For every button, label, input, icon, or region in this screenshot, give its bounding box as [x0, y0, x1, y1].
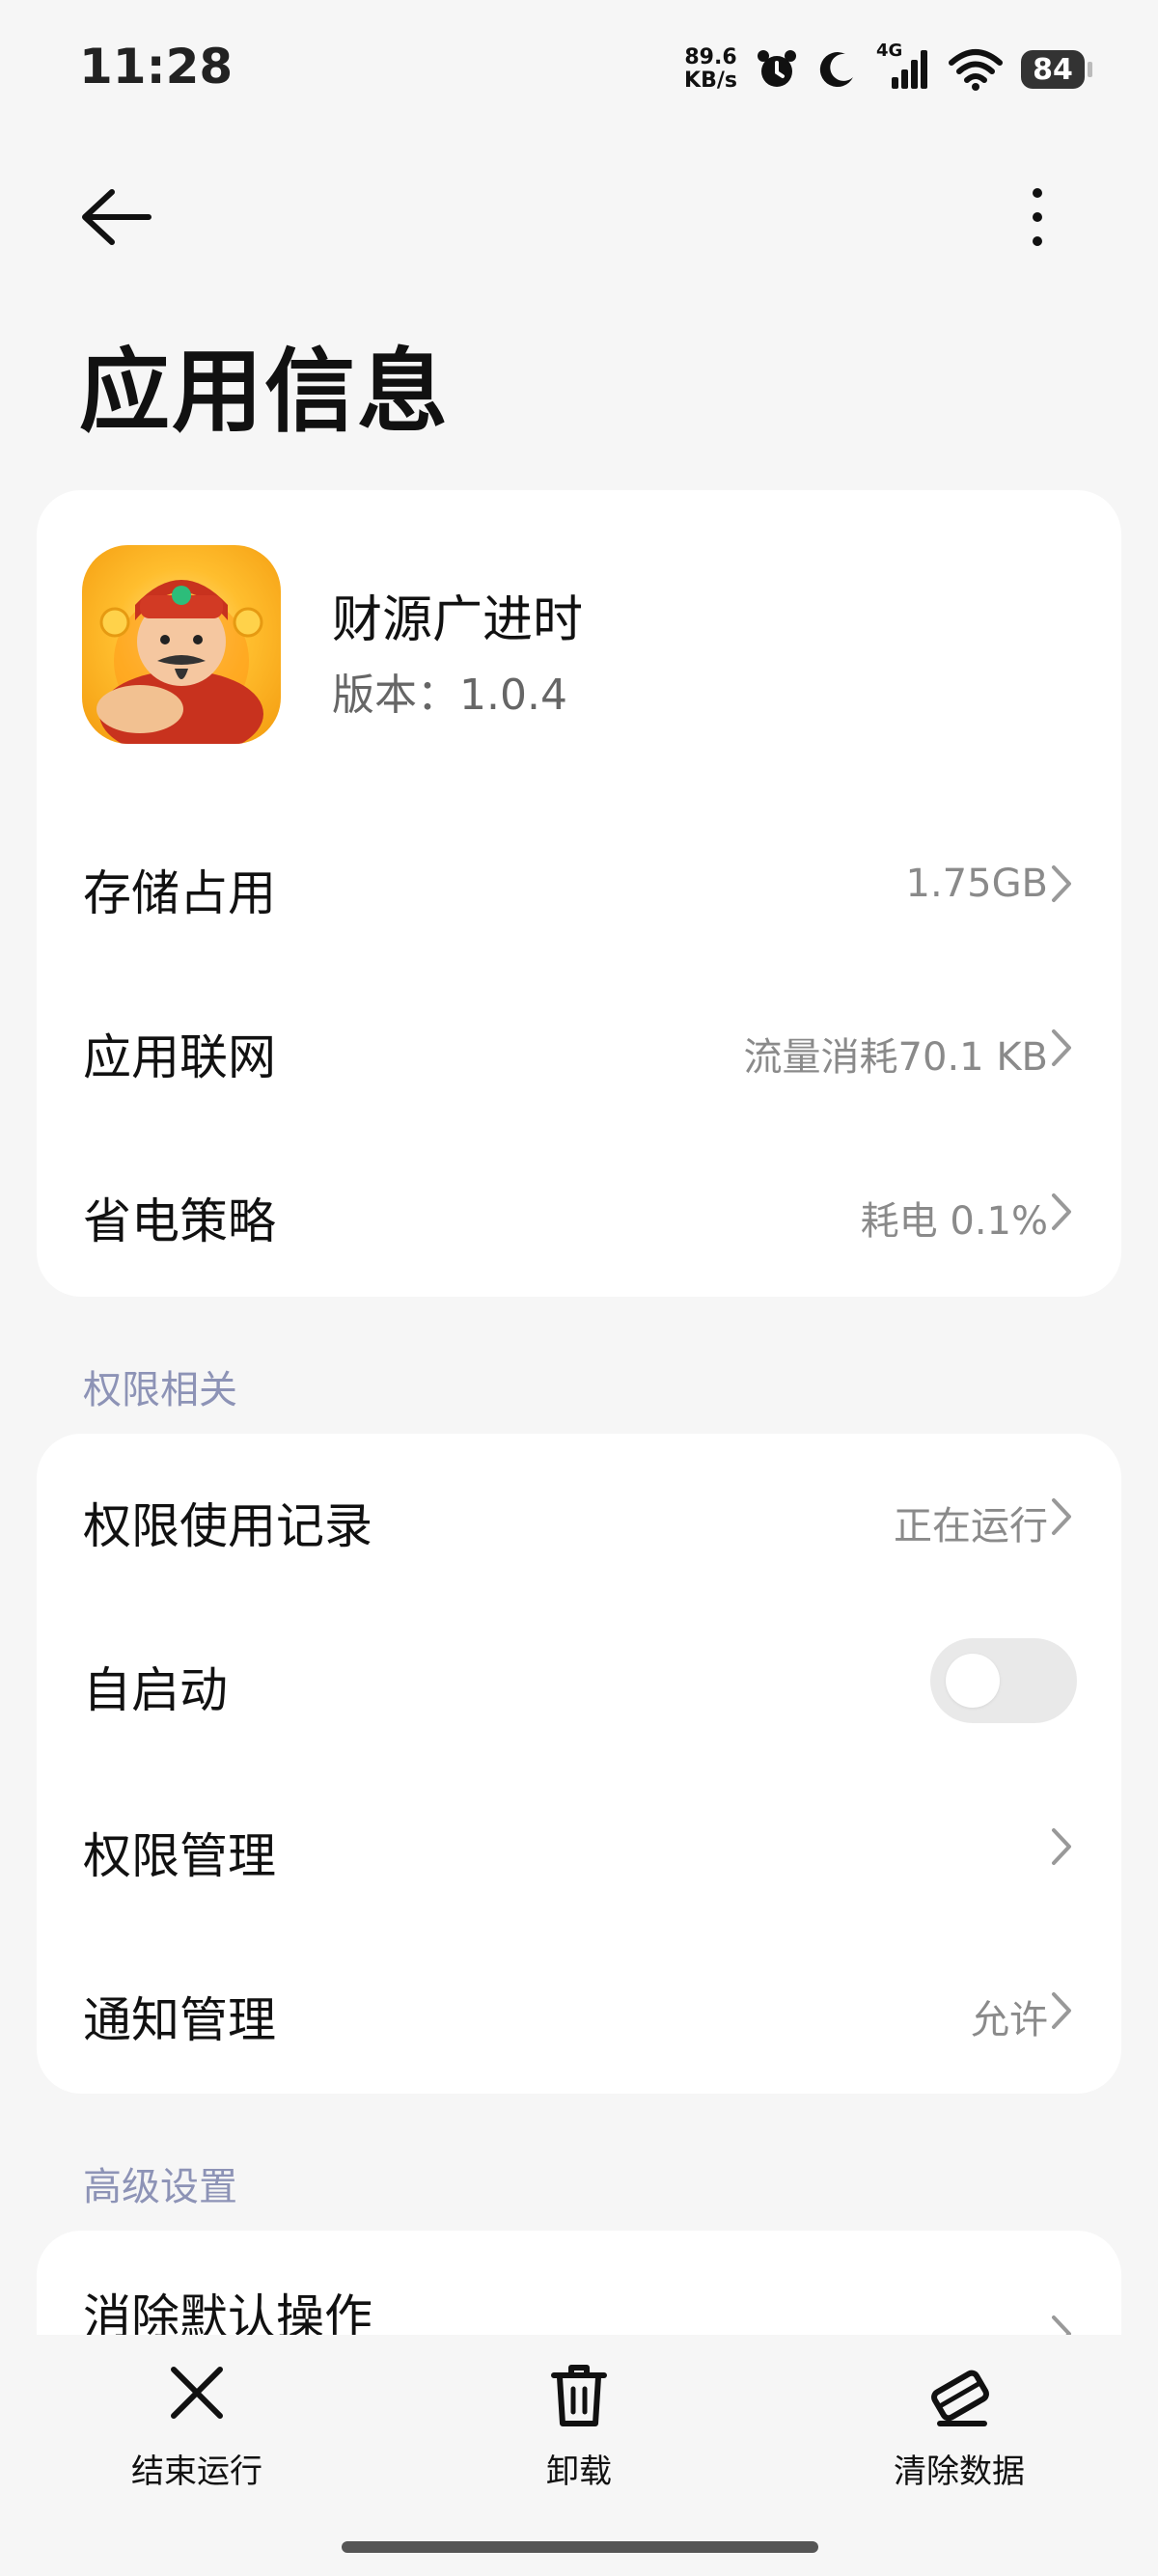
force-stop-button[interactable]: 结束运行: [91, 2362, 303, 2491]
network-row-value: 流量消耗70.1 KB: [743, 1035, 1048, 1080]
storage-row[interactable]: 存储占用 1.75GB: [37, 830, 1121, 938]
battery-indicator: 84: [1021, 50, 1092, 89]
network-speed: 89.6 KB/s: [684, 46, 737, 93]
app-name: 财源广进时: [332, 591, 584, 649]
status-time: 11:28: [79, 39, 234, 95]
chevron-right-icon: [1052, 1828, 1071, 1865]
chevron-right-icon: [1052, 865, 1071, 902]
autostart-toggle-knob: [946, 1654, 1000, 1708]
more-options-icon[interactable]: [1023, 183, 1052, 251]
notification-management-row-value: 允许: [971, 1998, 1048, 2042]
permission-usage-row[interactable]: 权限使用记录 正在运行: [37, 1463, 1121, 1571]
app-version: 版本：1.0.4: [332, 671, 567, 720]
back-arrow-icon[interactable]: [77, 183, 154, 251]
permission-management-row-label: 权限管理: [83, 1828, 276, 1884]
network-row[interactable]: 应用联网 流量消耗70.1 KB: [37, 994, 1121, 1102]
home-indicator[interactable]: [342, 2541, 818, 2553]
page-title: 应用信息: [79, 340, 451, 445]
status-icons: 89.6 KB/s 4G 84: [684, 41, 1092, 96]
permission-management-row[interactable]: 权限管理: [37, 1793, 1121, 1901]
permission-usage-row-label: 权限使用记录: [83, 1498, 372, 1554]
app-icon: [82, 545, 281, 744]
uninstall-label: 卸载: [546, 2453, 612, 2491]
notification-management-row-label: 通知管理: [83, 1992, 276, 2048]
battery-saver-row-value: 耗电 0.1%: [860, 1199, 1048, 1244]
battery-saver-row[interactable]: 省电策略 耗电 0.1%: [37, 1158, 1121, 1266]
chevron-right-icon: [1052, 1193, 1071, 1230]
chevron-right-icon: [1052, 1992, 1071, 2029]
permissions-section-title: 权限相关: [83, 1368, 237, 1412]
trash-icon: [551, 2365, 607, 2426]
chevron-right-icon: [1052, 1498, 1071, 1535]
moon-icon: [819, 52, 853, 88]
force-stop-label: 结束运行: [131, 2453, 262, 2491]
autostart-row-label: 自启动: [83, 1662, 228, 1718]
network-speed-unit: KB/s: [684, 69, 737, 93]
chevron-right-icon: [1052, 1029, 1071, 1066]
close-icon: [171, 2367, 223, 2419]
alarm-icon: [758, 50, 796, 87]
uninstall-button[interactable]: 卸载: [473, 2362, 685, 2491]
permission-usage-row-value: 正在运行: [894, 1504, 1048, 1548]
clear-data-label: 清除数据: [894, 2453, 1025, 2491]
network-speed-value: 89.6: [684, 45, 737, 69]
notification-management-row[interactable]: 通知管理 允许: [37, 1957, 1121, 2065]
eraser-icon: [931, 2370, 989, 2426]
advanced-section-title: 高级设置: [83, 2165, 237, 2209]
network-row-label: 应用联网: [83, 1029, 276, 1085]
signal-icon: 4G: [876, 41, 930, 93]
battery-saver-row-label: 省电策略: [83, 1193, 276, 1249]
wifi-icon: [949, 49, 1003, 91]
clear-data-button[interactable]: 清除数据: [853, 2362, 1065, 2491]
storage-row-value: 1.75GB: [905, 862, 1049, 906]
storage-row-label: 存储占用: [83, 865, 276, 921]
